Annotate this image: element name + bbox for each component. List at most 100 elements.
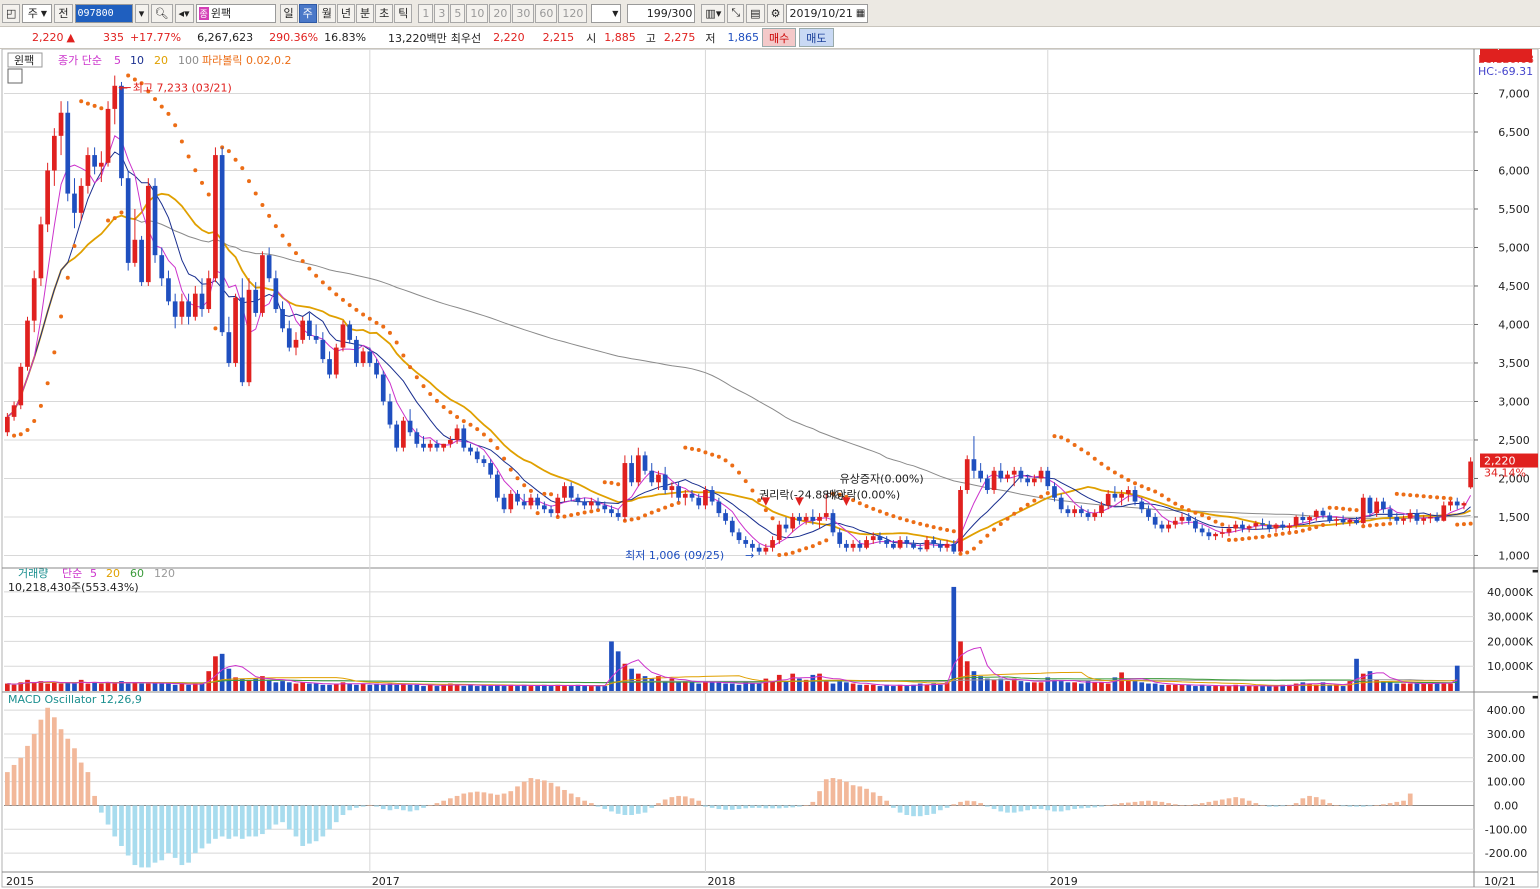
- macd-bar[interactable]: [535, 779, 540, 806]
- macd-bar[interactable]: [1038, 805, 1044, 810]
- volume-bar[interactable]: [1159, 684, 1165, 691]
- candle-body[interactable]: [864, 540, 869, 548]
- volume-bar[interactable]: [1172, 684, 1178, 691]
- macd-bar[interactable]: [387, 805, 393, 811]
- candle-body[interactable]: [219, 155, 225, 333]
- volume-bar[interactable]: [716, 682, 722, 691]
- candle-body[interactable]: [971, 459, 977, 471]
- candle-body[interactable]: [179, 301, 185, 317]
- volume-bar[interactable]: [985, 678, 990, 691]
- macd-bar[interactable]: [1052, 805, 1057, 812]
- volume-bar[interactable]: [354, 684, 359, 691]
- candle-body[interactable]: [65, 112, 71, 194]
- macd-bar[interactable]: [152, 805, 158, 863]
- candle-body[interactable]: [924, 540, 930, 550]
- candle-body[interactable]: [1065, 509, 1071, 514]
- candle-body[interactable]: [991, 470, 997, 491]
- macd-bar[interactable]: [756, 805, 762, 808]
- macd-bar[interactable]: [1193, 804, 1198, 806]
- candle-body[interactable]: [454, 428, 460, 440]
- macd-bar[interactable]: [508, 791, 514, 806]
- macd-bar[interactable]: [300, 805, 306, 846]
- macd-bar[interactable]: [562, 789, 567, 806]
- macd-bar[interactable]: [911, 805, 916, 817]
- volume-bar[interactable]: [98, 683, 104, 691]
- candle-body[interactable]: [1058, 497, 1064, 510]
- macd-bar[interactable]: [729, 805, 735, 810]
- volume-bar[interactable]: [1099, 682, 1104, 691]
- macd-bar[interactable]: [541, 780, 547, 806]
- candle-body[interactable]: [837, 532, 843, 544]
- candle-body[interactable]: [1468, 461, 1473, 488]
- candle-body[interactable]: [649, 470, 655, 483]
- volume-bar[interactable]: [112, 683, 118, 691]
- candle-body[interactable]: [273, 278, 279, 310]
- candle-body[interactable]: [1441, 505, 1447, 521]
- volume-bar[interactable]: [615, 651, 621, 691]
- crosshair-icon[interactable]: ⤡: [727, 3, 745, 23]
- candle-body[interactable]: [642, 455, 648, 471]
- candle-body[interactable]: [602, 505, 608, 510]
- macd-bar[interactable]: [1334, 805, 1339, 806]
- candle-body[interactable]: [1152, 516, 1158, 525]
- volume-bar[interactable]: [307, 683, 312, 691]
- volume-bar[interactable]: [125, 683, 131, 691]
- volume-bar[interactable]: [877, 686, 883, 691]
- candle-body[interactable]: [152, 185, 158, 256]
- macd-bar[interactable]: [1293, 803, 1299, 806]
- macd-bar[interactable]: [669, 797, 675, 806]
- macd-bar[interactable]: [588, 803, 594, 806]
- candle-body[interactable]: [568, 486, 574, 498]
- candle-body[interactable]: [595, 501, 601, 506]
- candle-body[interactable]: [635, 455, 641, 483]
- candle-body[interactable]: [931, 540, 937, 544]
- volume-bar[interactable]: [1105, 683, 1111, 691]
- candle-body[interactable]: [1146, 509, 1151, 517]
- candle-body[interactable]: [776, 524, 782, 541]
- macd-bar[interactable]: [770, 805, 775, 809]
- macd-bar[interactable]: [568, 793, 574, 806]
- volume-bar[interactable]: [1146, 683, 1151, 691]
- macd-bar[interactable]: [25, 745, 30, 806]
- candle-body[interactable]: [797, 516, 802, 521]
- macd-bar[interactable]: [1387, 803, 1393, 806]
- volume-bar[interactable]: [622, 663, 628, 691]
- candle-body[interactable]: [1280, 524, 1286, 528]
- macd-bar[interactable]: [904, 805, 910, 815]
- volume-bar[interactable]: [172, 684, 178, 691]
- candle-body[interactable]: [1206, 532, 1212, 537]
- period-tab[interactable]: 분: [356, 3, 375, 23]
- macd-bar[interactable]: [31, 733, 37, 806]
- volume-bar[interactable]: [689, 682, 695, 691]
- macd-bar[interactable]: [320, 805, 326, 837]
- volume-bar[interactable]: [548, 686, 554, 691]
- candle-body[interactable]: [387, 401, 393, 425]
- candle-body[interactable]: [172, 301, 178, 317]
- candle-body[interactable]: [132, 239, 138, 263]
- candle-body[interactable]: [1246, 526, 1252, 529]
- candle-body[interactable]: [1226, 528, 1232, 533]
- candle-body[interactable]: [45, 170, 50, 225]
- volume-bar[interactable]: [347, 683, 353, 691]
- macd-bar[interactable]: [870, 792, 876, 806]
- volume-bar[interactable]: [1025, 682, 1030, 691]
- candle-body[interactable]: [696, 497, 702, 506]
- volume-bar[interactable]: [407, 684, 413, 691]
- macd-bar[interactable]: [327, 805, 332, 830]
- volume-bar[interactable]: [743, 681, 749, 691]
- candle-body[interactable]: [562, 486, 567, 498]
- candle-body[interactable]: [1454, 501, 1460, 506]
- candle-body[interactable]: [1287, 525, 1292, 528]
- volume-bar[interactable]: [1125, 679, 1131, 691]
- macd-bar[interactable]: [877, 795, 883, 806]
- volume-bar[interactable]: [857, 684, 863, 691]
- macd-bar[interactable]: [635, 805, 641, 814]
- candle-body[interactable]: [676, 486, 681, 498]
- macd-bar[interactable]: [219, 805, 225, 837]
- candle-body[interactable]: [1052, 486, 1057, 498]
- candle-body[interactable]: [1099, 505, 1104, 514]
- macd-bar[interactable]: [615, 805, 621, 814]
- candle-body[interactable]: [5, 416, 10, 433]
- macd-bar[interactable]: [1018, 805, 1024, 812]
- candle-body[interactable]: [515, 493, 520, 502]
